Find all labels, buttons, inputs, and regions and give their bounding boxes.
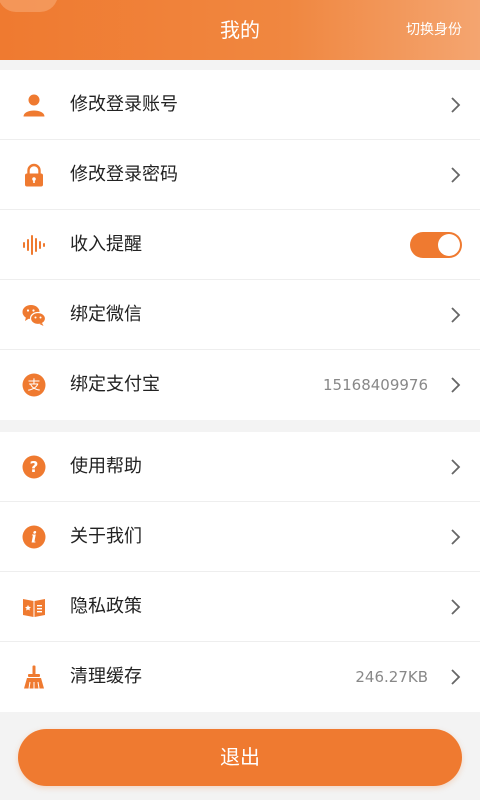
sound-wave-icon — [23, 235, 45, 255]
bind-wechat-label: 绑定微信 — [70, 304, 142, 325]
income-reminder-row: 收入提醒 — [0, 210, 480, 280]
chevron-right-icon — [451, 167, 461, 183]
clear-cache-row[interactable]: 清理缓存 246.27KB — [0, 642, 480, 712]
bind-wechat-row[interactable]: 绑定微信 — [0, 280, 480, 350]
logout-button[interactable]: 退出 — [18, 729, 462, 786]
chevron-right-icon — [451, 599, 461, 615]
chevron-right-icon — [451, 307, 461, 323]
broom-icon — [24, 665, 44, 689]
help-row[interactable]: ? 使用帮助 — [0, 432, 480, 502]
bind-alipay-row[interactable]: 支 绑定支付宝 15168409976 — [0, 350, 480, 420]
privacy-label: 隐私政策 — [70, 596, 142, 617]
chevron-right-icon — [451, 529, 461, 545]
svg-text:i: i — [31, 529, 37, 547]
svg-text:?: ? — [30, 458, 39, 476]
cache-size-value: 246.27KB — [355, 668, 428, 686]
chevron-right-icon — [451, 669, 461, 685]
chevron-right-icon — [451, 459, 461, 475]
chevron-right-icon — [451, 97, 461, 113]
change-password-row[interactable]: 修改登录密码 — [0, 140, 480, 210]
header-bar: 我的 切换身份 — [0, 0, 480, 60]
help-label: 使用帮助 — [70, 456, 142, 477]
help-icon: ? — [22, 455, 46, 479]
svg-text:支: 支 — [27, 379, 40, 394]
about-row[interactable]: i 关于我们 — [0, 502, 480, 572]
lock-icon — [25, 163, 43, 187]
privacy-icon — [23, 599, 45, 617]
info-icon: i — [22, 525, 46, 549]
account-settings-group: 修改登录账号 修改登录密码 收入提醒 绑定微信 支 绑定支付宝 15168409… — [0, 70, 480, 420]
alipay-icon: 支 — [22, 373, 46, 397]
clear-cache-label: 清理缓存 — [70, 666, 142, 687]
about-label: 关于我们 — [70, 526, 142, 547]
alipay-account-value: 15168409976 — [323, 376, 428, 394]
change-account-row[interactable]: 修改登录账号 — [0, 70, 480, 140]
change-account-label: 修改登录账号 — [70, 94, 178, 115]
info-group: ? 使用帮助 i 关于我们 隐私政策 清理缓存 246.27KB — [0, 432, 480, 712]
privacy-row[interactable]: 隐私政策 — [0, 572, 480, 642]
chevron-right-icon — [451, 377, 461, 393]
switch-identity-button[interactable]: 切换身份 — [406, 0, 462, 60]
user-icon — [23, 94, 45, 117]
change-password-label: 修改登录密码 — [70, 164, 178, 185]
income-reminder-label: 收入提醒 — [70, 234, 142, 255]
toggle-knob — [438, 234, 460, 256]
income-reminder-toggle[interactable] — [410, 232, 462, 258]
wechat-icon — [22, 305, 46, 326]
bind-alipay-label: 绑定支付宝 — [70, 374, 160, 395]
